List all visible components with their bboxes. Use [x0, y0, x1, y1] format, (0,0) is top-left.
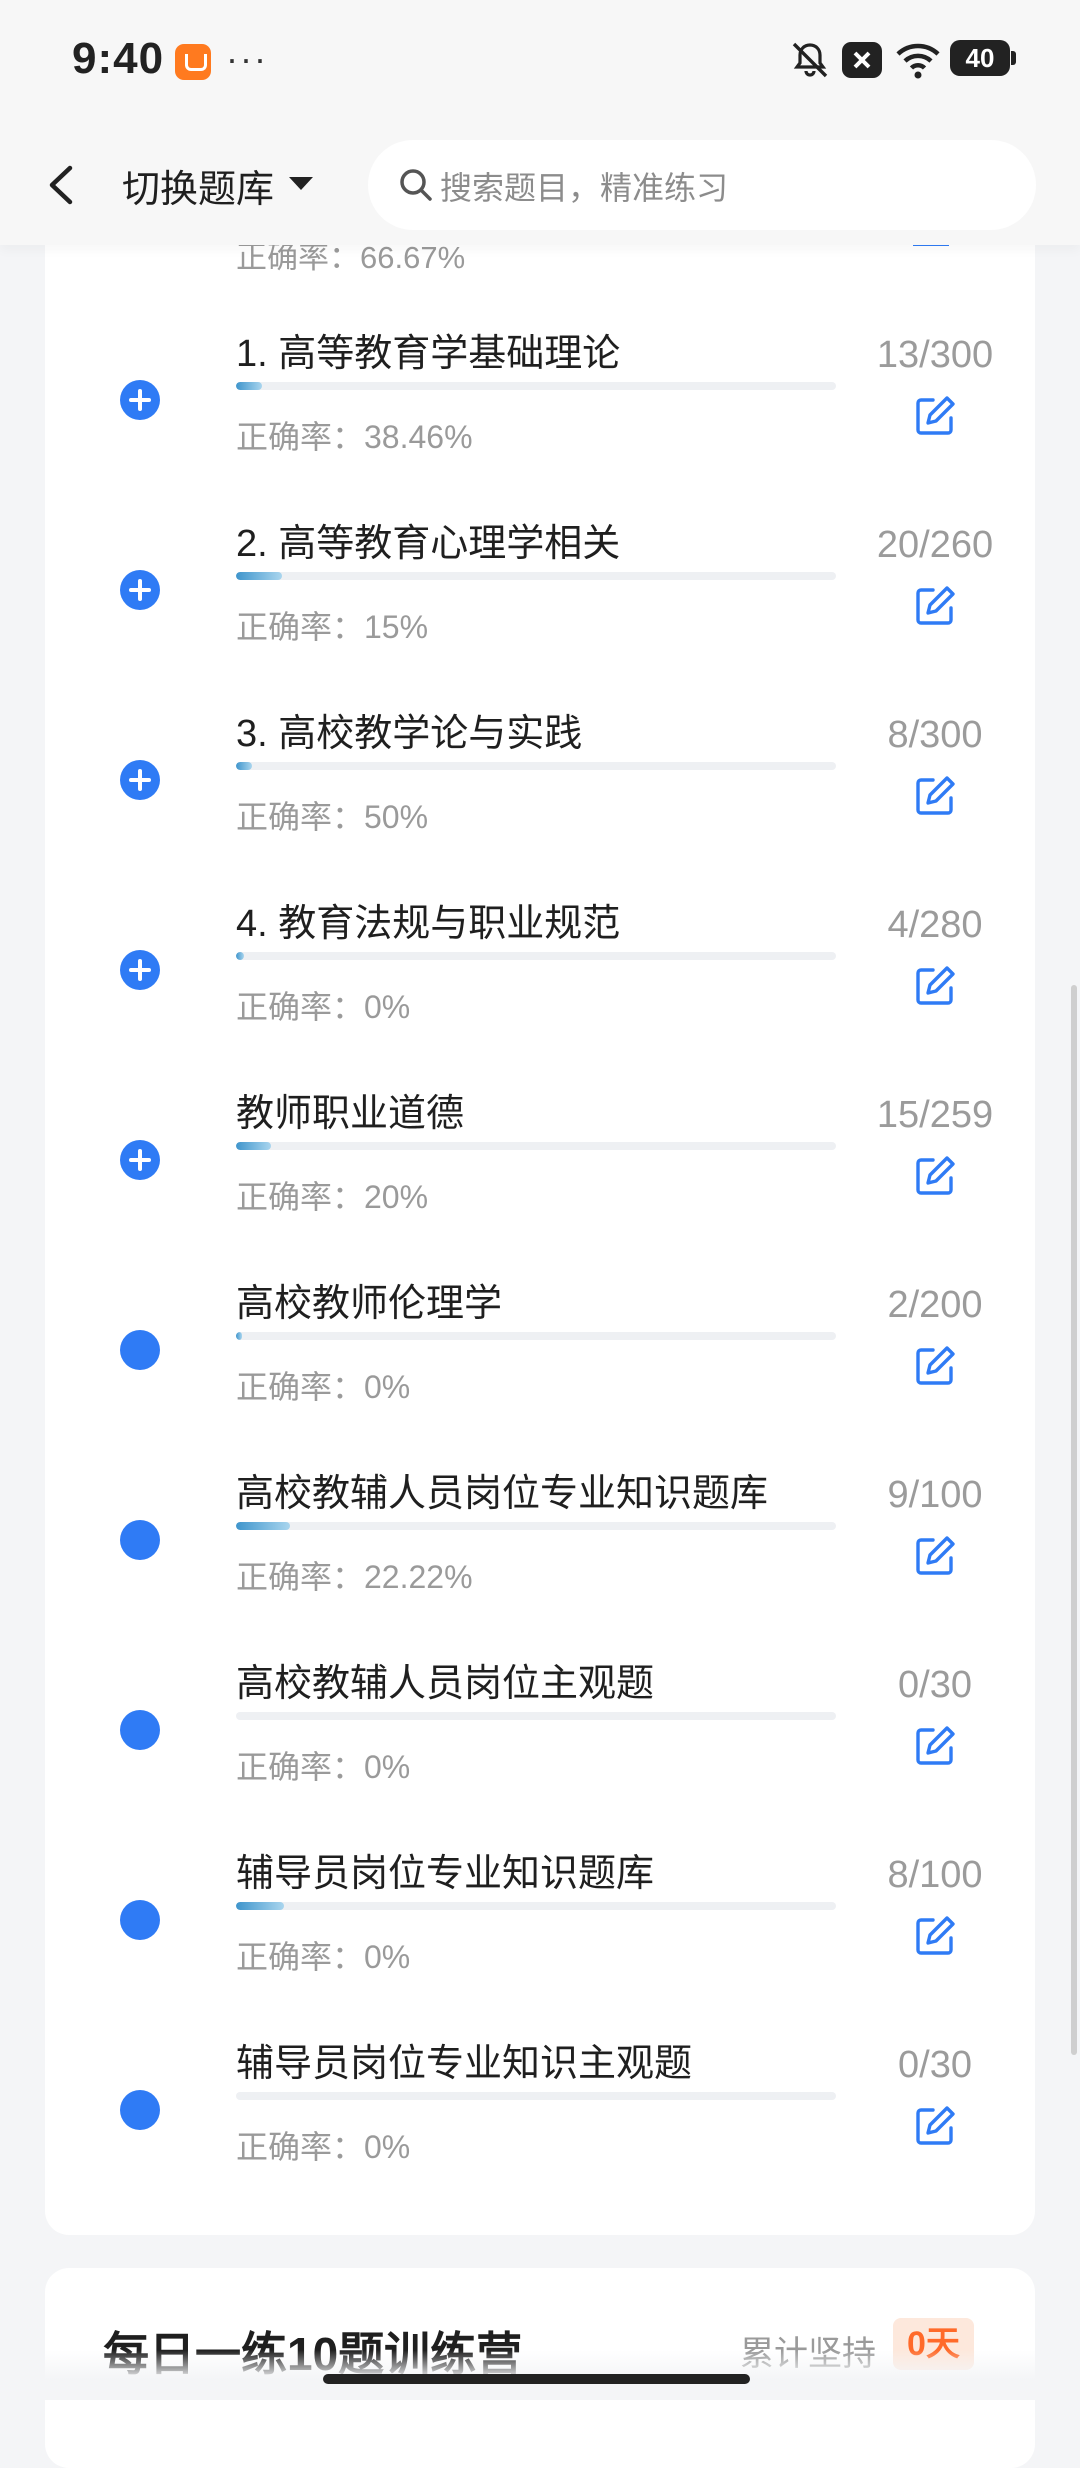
expand-plus-icon[interactable] [120, 950, 160, 990]
search-placeholder: 搜索题目，精准练习 [440, 170, 729, 206]
system-icons: 40 [790, 38, 1030, 88]
bank-list-item[interactable]: 3. 高校教学论与实践正确率：50% 8/300 [0, 700, 1080, 890]
status-time: 9:40 [72, 34, 165, 83]
bank-title[interactable]: 4. 教育法规与职业规范 [236, 892, 620, 947]
scrollbar[interactable] [1071, 985, 1077, 2055]
bank-title[interactable]: 高校教师伦理学 [236, 1272, 502, 1327]
edit-practice-icon[interactable] [913, 1914, 957, 1958]
bank-list-item[interactable]: 高校教辅人员岗位主观题正确率：0% 0/30 [0, 1650, 1080, 1840]
answered-count: 2/200 [887, 1284, 983, 1326]
progress-track [236, 1142, 836, 1150]
edit-practice-icon[interactable] [913, 1724, 957, 1768]
progress-track [236, 1712, 836, 1720]
progress-fill [236, 382, 262, 390]
answered-count: 8/100 [887, 1854, 983, 1896]
accuracy-text: 正确率：0% [236, 1749, 411, 1785]
bank-title[interactable]: 2. 高等教育心理学相关 [236, 512, 620, 567]
top-navbar: 切换题库 搜索题目，精准练习 [0, 125, 1080, 245]
shopping-app-icon [175, 44, 211, 80]
bullet-dot-icon [120, 1710, 160, 1750]
progress-track [236, 1332, 836, 1340]
battery-level: 40 [965, 43, 995, 73]
accuracy-text: 正确率：0% [236, 1369, 411, 1405]
edit-practice-icon[interactable] [913, 1344, 957, 1388]
answered-count: 20/260 [876, 524, 994, 566]
progress-track [236, 572, 836, 580]
bank-title[interactable]: 高校教辅人员岗位主观题 [236, 1652, 654, 1707]
bank-list-item[interactable]: 辅导员岗位专业知识主观题正确率：0% 0/30 [0, 2030, 1080, 2220]
wifi-icon [896, 43, 940, 79]
bullet-dot-icon [120, 2090, 160, 2130]
bank-title[interactable]: 高校教辅人员岗位专业知识题库 [236, 1462, 768, 1517]
expand-plus-icon[interactable] [120, 1140, 160, 1180]
progress-fill [236, 1522, 290, 1530]
progress-track [236, 952, 836, 960]
search-icon [400, 169, 432, 201]
bank-list-item[interactable]: 4. 教育法规与职业规范正确率：0% 4/280 [0, 890, 1080, 1080]
bullet-dot-icon [120, 1900, 160, 1940]
progress-track [236, 1522, 836, 1530]
answered-count: 8/300 [887, 714, 983, 756]
battery-icon: 40 [950, 40, 1016, 76]
progress-track [236, 2092, 836, 2100]
more-notifications-icon: ··· [226, 38, 268, 79]
edit-practice-icon[interactable] [913, 2104, 957, 2148]
bank-title[interactable]: 教师职业道德 [236, 1082, 464, 1137]
answered-count: 9/100 [887, 1474, 983, 1516]
accuracy-text: 正确率：0% [236, 2129, 411, 2165]
progress-fill [236, 952, 245, 960]
bank-list-item[interactable]: 高校教辅人员岗位专业知识题库正确率：22.22% 9/100 [0, 1460, 1080, 1650]
bullet-dot-icon [120, 1330, 160, 1370]
accuracy-text: 正确率：22.22% [236, 1559, 473, 1595]
status-bar: 9:40 ··· 40 [0, 0, 1080, 125]
progress-track [236, 762, 836, 770]
progress-track [236, 382, 836, 390]
answered-count: 4/280 [887, 904, 983, 946]
progress-fill [236, 1332, 242, 1340]
answered-count: 0/30 [898, 1664, 972, 1706]
caret-down-icon[interactable] [289, 177, 313, 190]
expand-plus-icon[interactable] [120, 760, 160, 800]
switch-bank-button[interactable]: 切换题库 [122, 158, 274, 213]
expand-plus-icon[interactable] [120, 380, 160, 420]
edit-practice-icon[interactable] [913, 1534, 957, 1578]
accuracy-text: 正确率：0% [236, 989, 411, 1025]
accuracy-text: 正确率：50% [236, 799, 429, 835]
edit-practice-icon[interactable] [913, 584, 957, 628]
mute-bell-icon [792, 42, 828, 78]
edit-practice-icon[interactable] [913, 964, 957, 1008]
progress-fill [236, 1142, 271, 1150]
back-arrow-icon[interactable] [42, 160, 82, 210]
answered-count: 0/30 [898, 2044, 972, 2086]
bank-title[interactable]: 辅导员岗位专业知识主观题 [236, 2032, 692, 2087]
edit-practice-icon[interactable] [913, 1154, 957, 1198]
edit-practice-icon[interactable] [913, 774, 957, 818]
bank-list-item[interactable]: 教师职业道德正确率：20% 15/259 [0, 1080, 1080, 1270]
answered-count: 15/259 [876, 1094, 994, 1136]
answered-count: 13/300 [876, 334, 994, 376]
home-indicator[interactable] [323, 2374, 750, 2384]
progress-fill [236, 762, 253, 770]
bank-title[interactable]: 1. 高等教育学基础理论 [236, 322, 620, 377]
bank-title[interactable]: 辅导员岗位专业知识题库 [236, 1842, 654, 1897]
progress-track [236, 1902, 836, 1910]
bank-list-item[interactable]: 高校教师伦理学正确率：0% 2/200 [0, 1270, 1080, 1460]
bank-list-item[interactable]: 辅导员岗位专业知识题库正确率：0% 8/100 [0, 1840, 1080, 2030]
accuracy-text: 正确率：20% [236, 1179, 429, 1215]
expand-plus-icon[interactable] [120, 570, 160, 610]
accuracy-text: 正确率：0% [236, 1939, 411, 1975]
accuracy-text: 正确率：15% [236, 609, 429, 645]
bank-list-item[interactable]: 1. 高等教育学基础理论正确率：38.46% 13/300 [0, 320, 1080, 510]
accuracy-text: 正确率：38.46% [236, 419, 473, 455]
bullet-dot-icon [120, 1520, 160, 1560]
close-notification-icon [842, 42, 882, 78]
progress-fill [236, 1902, 284, 1910]
edit-practice-icon[interactable] [913, 394, 957, 438]
progress-fill [236, 572, 283, 580]
search-input[interactable]: 搜索题目，精准练习 [368, 140, 1036, 230]
bank-title[interactable]: 3. 高校教学论与实践 [236, 702, 582, 757]
bank-list-item[interactable]: 2. 高等教育心理学相关正确率：15% 20/260 [0, 510, 1080, 700]
